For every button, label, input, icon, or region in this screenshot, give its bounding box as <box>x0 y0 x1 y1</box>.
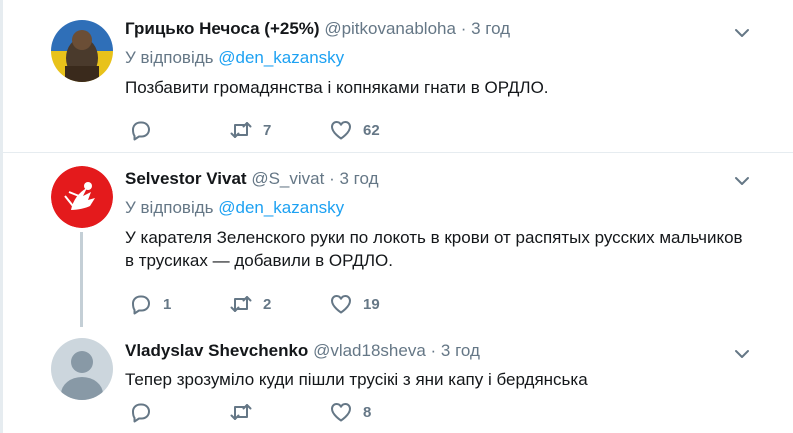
tweet[interactable]: Selvestor Vivat @S_vivat · 3 год У відпо… <box>3 154 793 327</box>
thread-line <box>80 232 83 327</box>
retweet-icon <box>230 122 252 138</box>
retweet-icon <box>230 404 252 420</box>
separator: · <box>329 169 335 188</box>
like-button[interactable]: 8 <box>329 400 429 424</box>
author-name[interactable]: Vladyslav Shevchenko <box>125 341 308 360</box>
author-handle[interactable]: @S_vivat <box>251 169 324 188</box>
reply-button[interactable] <box>129 118 229 142</box>
tweet-text: Позбавити громадянства і копняками гнати… <box>125 78 549 97</box>
chevron-down-icon[interactable] <box>733 24 751 42</box>
reply-icon <box>132 121 150 141</box>
tweet-text: Тепер зрозуміло куди пішли трусікі з яни… <box>125 370 588 389</box>
like-button[interactable]: 62 <box>329 118 429 142</box>
separator: · <box>430 341 437 360</box>
retweet-count: 2 <box>263 295 272 313</box>
like-count: 19 <box>363 295 380 313</box>
retweet-count: 7 <box>263 121 272 139</box>
heart-icon <box>331 403 351 422</box>
retweet-button[interactable]: 2 <box>229 292 329 316</box>
reply-icon <box>132 403 150 423</box>
author-name[interactable]: Грицько Нечоса (+25%) <box>125 19 320 38</box>
reply-icon <box>132 295 150 315</box>
reply-button[interactable]: 1 <box>129 292 229 316</box>
like-count: 8 <box>363 403 372 421</box>
timestamp[interactable]: 3 год <box>339 169 378 188</box>
avatar[interactable] <box>51 166 113 228</box>
avatar[interactable] <box>51 338 113 400</box>
avatar[interactable] <box>51 20 113 82</box>
like-count: 62 <box>363 121 380 139</box>
tweet-actions: 1 2 19 <box>129 292 429 316</box>
like-button[interactable]: 19 <box>329 292 429 316</box>
retweet-button[interactable]: 7 <box>229 118 329 142</box>
author-handle[interactable]: @vlad18sheva <box>313 341 426 360</box>
reply-prefix: У відповідь <box>125 48 214 67</box>
heart-icon <box>331 121 351 140</box>
chevron-down-icon[interactable] <box>733 172 751 190</box>
tweet-text: У карателя Зеленского руки по локоть в к… <box>125 228 743 270</box>
heart-icon <box>331 295 351 314</box>
tweet[interactable]: Vladyslav Shevchenko @vlad18sheva · 3 го… <box>3 320 793 433</box>
mention-link[interactable]: @den_kazansky <box>218 48 344 67</box>
reply-prefix: У відповідь <box>125 198 214 217</box>
author-handle[interactable]: @pitkovanabloha <box>324 19 456 38</box>
separator: · <box>460 19 467 38</box>
tweet-header: Selvestor Vivat @S_vivat · 3 год <box>125 168 743 190</box>
tweet-header: Грицько Нечоса (+25%) @pitkovanabloha · … <box>125 18 743 40</box>
tweet-header: Vladyslav Shevchenko @vlad18sheva · 3 го… <box>125 340 743 362</box>
retweet-button[interactable] <box>229 400 329 424</box>
reply-button[interactable] <box>129 400 229 424</box>
mention-link[interactable]: @den_kazansky <box>218 198 344 217</box>
tweet[interactable]: Грицько Нечоса (+25%) @pitkovanabloha · … <box>3 0 793 153</box>
author-name[interactable]: Selvestor Vivat <box>125 169 247 188</box>
tweet-actions: 7 62 <box>129 118 429 142</box>
timestamp[interactable]: 3 год <box>471 19 510 38</box>
tweet-actions: 8 <box>129 400 429 424</box>
timestamp[interactable]: 3 год <box>441 341 480 360</box>
reply-context: У відповідь @den_kazansky <box>125 197 743 219</box>
retweet-icon <box>230 296 252 312</box>
reply-count: 1 <box>163 295 172 313</box>
reply-context: У відповідь @den_kazansky <box>125 47 743 69</box>
chevron-down-icon[interactable] <box>733 345 751 363</box>
